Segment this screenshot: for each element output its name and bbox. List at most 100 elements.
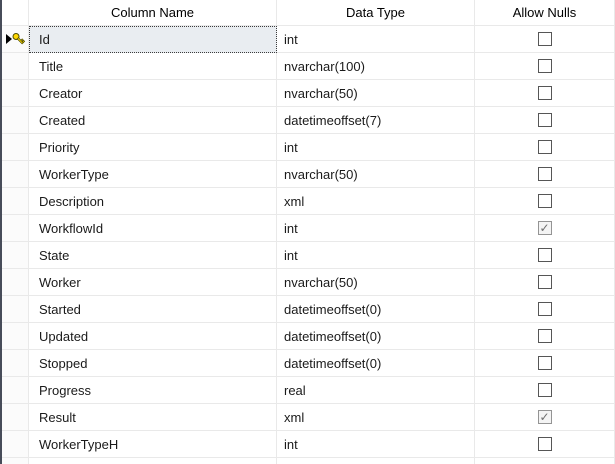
table-row: Created datetimeoffset(7) — [2, 107, 615, 134]
row-selector-cell[interactable] — [2, 377, 29, 404]
header-column-name: Column Name — [29, 0, 277, 26]
allow-nulls-checkbox[interactable] — [538, 437, 552, 451]
allow-nulls-checkbox[interactable]: ✓ — [538, 221, 552, 235]
data-type-cell[interactable]: xml — [277, 188, 475, 215]
column-name-cell[interactable]: State — [29, 242, 277, 269]
row-selector-cell[interactable] — [2, 188, 29, 215]
column-name-cell[interactable]: Started — [29, 296, 277, 323]
row-selector-cell[interactable] — [2, 323, 29, 350]
row-selector-arrow-icon — [4, 31, 26, 47]
allow-nulls-checkbox[interactable] — [538, 302, 552, 316]
row-selector-cell[interactable] — [2, 269, 29, 296]
empty-new-row[interactable] — [2, 458, 615, 464]
data-type-cell[interactable]: datetimeoffset(0) — [277, 323, 475, 350]
column-name-cell[interactable]: Description — [29, 188, 277, 215]
row-selector-cell[interactable] — [2, 134, 29, 161]
column-name-cell[interactable]: Progress — [29, 377, 277, 404]
allow-nulls-checkbox[interactable] — [538, 167, 552, 181]
data-type-cell[interactable]: int — [277, 134, 475, 161]
data-type-cell[interactable]: real — [277, 377, 475, 404]
table-row: WorkflowId int ✓ — [2, 215, 615, 242]
allow-nulls-checkbox[interactable] — [538, 86, 552, 100]
row-selector-cell[interactable] — [2, 215, 29, 242]
data-type-value: real — [284, 383, 306, 398]
column-name-cell[interactable]: Title — [29, 53, 277, 80]
column-name-cell[interactable]: WorkerTypeH — [29, 431, 277, 458]
allow-nulls-checkbox[interactable] — [538, 356, 552, 370]
allow-nulls-checkbox[interactable]: ✓ — [538, 410, 552, 424]
row-selector-cell[interactable] — [2, 107, 29, 134]
data-type-value: int — [284, 32, 298, 47]
allow-nulls-checkbox[interactable] — [538, 59, 552, 73]
header-data-type: Data Type — [277, 0, 475, 26]
column-name-cell[interactable]: Creator — [29, 80, 277, 107]
allow-nulls-checkbox[interactable] — [538, 383, 552, 397]
row-selector-cell[interactable] — [2, 161, 29, 188]
allow-nulls-checkbox[interactable] — [538, 275, 552, 289]
data-type-cell[interactable]: datetimeoffset(0) — [277, 350, 475, 377]
table-row: Priority int — [2, 134, 615, 161]
data-type-value: nvarchar(50) — [284, 167, 358, 182]
row-selector-cell[interactable] — [2, 458, 29, 464]
column-name-cell[interactable]: Stopped — [29, 350, 277, 377]
row-selector-cell[interactable] — [2, 296, 29, 323]
allow-nulls-checkbox[interactable] — [538, 194, 552, 208]
allow-nulls-cell — [475, 53, 615, 80]
data-type-value: int — [284, 140, 298, 155]
allow-nulls-checkbox[interactable] — [538, 113, 552, 127]
data-type-cell[interactable]: datetimeoffset(0) — [277, 296, 475, 323]
column-name-value: WorkerTypeH — [39, 437, 118, 452]
data-type-cell[interactable]: datetimeoffset(7) — [277, 107, 475, 134]
allow-nulls-checkbox[interactable] — [538, 140, 552, 154]
column-name-cell[interactable]: Priority — [29, 134, 277, 161]
row-selector-cell[interactable] — [2, 350, 29, 377]
table-row: Title nvarchar(100) — [2, 53, 615, 80]
row-selector-cell[interactable] — [2, 53, 29, 80]
table-designer-grid: Column Name Data Type Allow Nulls Id int — [0, 0, 615, 464]
column-name-value: Created — [39, 113, 85, 128]
data-type-cell[interactable]: int — [277, 242, 475, 269]
data-type-cell[interactable]: nvarchar(50) — [277, 80, 475, 107]
data-type-cell[interactable]: nvarchar(50) — [277, 269, 475, 296]
data-type-cell[interactable]: int — [277, 26, 475, 53]
column-name-cell[interactable]: Worker — [29, 269, 277, 296]
row-selector-cell[interactable] — [2, 431, 29, 458]
allow-nulls-cell[interactable] — [475, 458, 615, 464]
allow-nulls-cell: ✓ — [475, 404, 615, 431]
data-type-cell[interactable]: int — [277, 431, 475, 458]
allow-nulls-checkbox[interactable] — [538, 329, 552, 343]
data-type-cell[interactable]: int — [277, 215, 475, 242]
data-type-cell[interactable]: xml — [277, 404, 475, 431]
table-row: Description xml — [2, 188, 615, 215]
column-name-cell[interactable]: WorkflowId — [29, 215, 277, 242]
allow-nulls-cell — [475, 377, 615, 404]
column-name-value: Progress — [39, 383, 91, 398]
column-name-value: Id — [39, 32, 50, 47]
column-name-cell[interactable]: Created — [29, 107, 277, 134]
column-name-cell[interactable]: Result — [29, 404, 277, 431]
column-name-cell[interactable]: Updated — [29, 323, 277, 350]
column-name-value: State — [39, 248, 69, 263]
allow-nulls-cell: ✓ — [475, 215, 615, 242]
row-selector-cell[interactable] — [2, 242, 29, 269]
row-selector-cell[interactable] — [2, 26, 29, 53]
column-name-value: Priority — [39, 140, 79, 155]
allow-nulls-checkbox[interactable] — [538, 32, 552, 46]
data-type-cell[interactable] — [277, 458, 475, 464]
data-type-cell[interactable]: nvarchar(50) — [277, 161, 475, 188]
header-allow-nulls: Allow Nulls — [475, 0, 615, 26]
table-row: Result xml ✓ — [2, 404, 615, 431]
row-selector-cell[interactable] — [2, 404, 29, 431]
column-name-cell[interactable] — [29, 458, 277, 464]
allow-nulls-checkbox[interactable] — [538, 248, 552, 262]
row-selector-cell[interactable] — [2, 80, 29, 107]
column-name-cell[interactable]: WorkerType — [29, 161, 277, 188]
column-name-cell[interactable]: Id — [29, 26, 277, 53]
allow-nulls-cell — [475, 107, 615, 134]
table-row: Id int — [2, 26, 615, 53]
table-row: State int — [2, 242, 615, 269]
data-type-value: datetimeoffset(0) — [284, 302, 381, 317]
data-type-cell[interactable]: nvarchar(100) — [277, 53, 475, 80]
table-row: WorkerTypeH int — [2, 431, 615, 458]
primary-key-indicator — [4, 31, 26, 47]
